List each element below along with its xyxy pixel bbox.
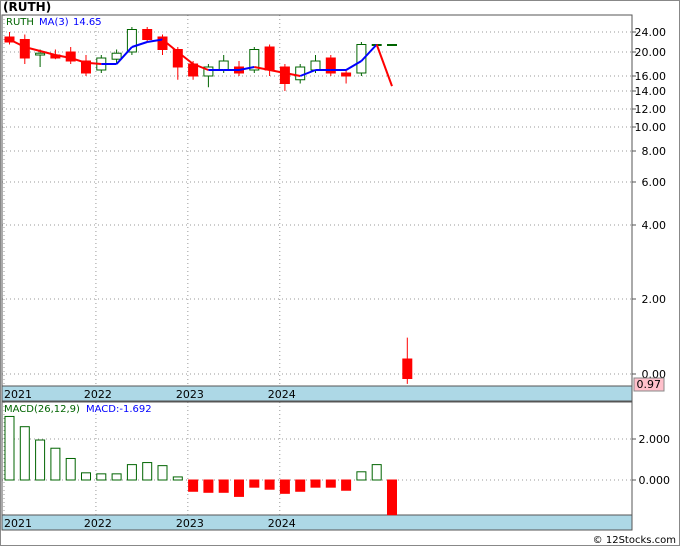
macd-bar — [279, 479, 290, 494]
candle-body — [295, 66, 306, 81]
macd-y-tick-label: 2.000 — [639, 433, 671, 446]
macd-bar — [356, 471, 367, 481]
price-x-tick-label: 2022 — [84, 388, 112, 401]
price-x-tick-label: 2021 — [4, 388, 32, 401]
macd-bar — [234, 479, 244, 497]
price-legend-symbol: RUTH — [6, 17, 34, 28]
candle-body — [387, 44, 397, 46]
footer-credit: © 12Stocks.com — [593, 535, 676, 546]
macd-x-tick-label: 2022 — [84, 517, 112, 530]
macd-legend-value: MACD:-1.692 — [86, 404, 152, 415]
macd-bar — [96, 473, 107, 481]
macd-bar — [341, 479, 352, 491]
candle-body — [310, 60, 321, 71]
price-y-tick-label: 12.00 — [635, 103, 667, 116]
macd-bar — [19, 426, 30, 481]
macd-bar — [172, 476, 183, 481]
macd-bar — [50, 447, 61, 481]
price-legend-ma-label: MA(3) — [39, 17, 69, 28]
macd-x-tick-label: 2021 — [4, 517, 32, 530]
candle-body — [341, 72, 352, 77]
price-y-tick-label: 20.00 — [635, 46, 667, 59]
macd-bar — [65, 457, 76, 481]
macd-bar — [126, 464, 137, 481]
macd-bar — [111, 473, 122, 481]
candle-body — [279, 66, 290, 84]
price-y-tick-label: 4.00 — [642, 219, 667, 232]
price-x-tick-label: 2024 — [268, 388, 296, 401]
macd-bar — [142, 462, 153, 481]
chart-svg: 2021 2021 2022 2022 2023 2023 2024 2024 24.00 20.… — [0, 0, 680, 546]
price-y-tick-label: 24.00 — [635, 26, 667, 39]
macd-bar — [310, 479, 321, 488]
macd-bar — [157, 465, 168, 481]
macd-bar — [203, 479, 214, 493]
macd-bar — [249, 479, 260, 488]
macd-bar — [371, 464, 382, 481]
price-x-tick-label: 2023 — [176, 388, 204, 401]
price-y-tick-label: 16.00 — [635, 70, 667, 83]
candle-body — [402, 358, 413, 379]
candle-body — [142, 29, 153, 40]
macd-bar — [264, 479, 275, 490]
price-y-tick-label: 8.00 — [642, 145, 667, 158]
ticker-title: (RUTH) — [3, 0, 51, 14]
macd-bar — [81, 472, 91, 481]
macd-bar — [4, 415, 15, 481]
chart-background — [0, 0, 680, 546]
macd-x-tick-label: 2023 — [176, 517, 204, 530]
price-legend-ma-value: 14.65 — [73, 17, 102, 28]
candle-body — [111, 52, 122, 60]
macd-bar — [188, 479, 199, 492]
price-y-tick-label: 14.00 — [635, 85, 667, 98]
macd-x-tick-label: 2024 — [268, 517, 296, 530]
candle-body — [35, 52, 46, 56]
last-price-label: 0.97 — [637, 378, 662, 391]
candle-body — [126, 29, 137, 53]
candle-body — [264, 46, 275, 71]
macd-y-tick-label: 0.000 — [639, 474, 671, 487]
price-y-tick-label: 6.00 — [642, 176, 667, 189]
macd-legend-params: MACD(26,12,9) — [4, 404, 80, 415]
macd-bar — [35, 439, 46, 481]
macd-bar — [295, 479, 306, 492]
stock-chart: 2021 2021 2022 2022 2023 2023 2024 2024 24.00 20.… — [0, 0, 680, 550]
price-y-tick-label: 10.00 — [635, 121, 667, 134]
macd-bar — [218, 479, 229, 493]
macd-bar — [325, 479, 336, 488]
candle-body — [218, 60, 229, 71]
ma-segment — [85, 61, 102, 65]
price-y-tick-label: 2.00 — [642, 293, 667, 306]
macd-bar — [387, 479, 397, 516]
